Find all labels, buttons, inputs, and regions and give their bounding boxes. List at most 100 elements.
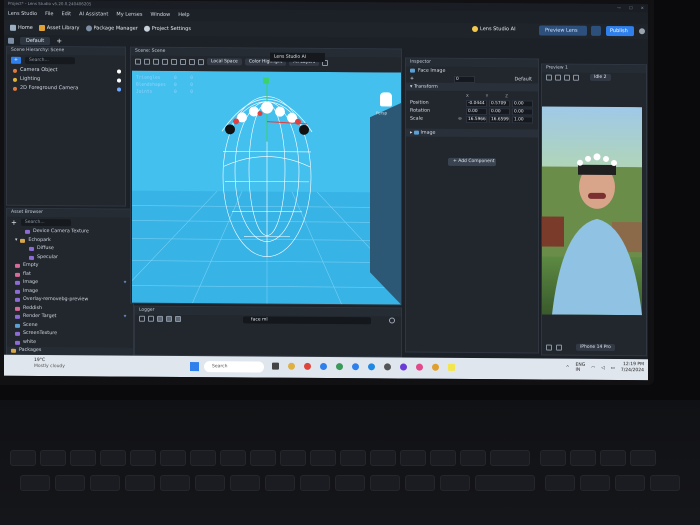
scene-viewport[interactable]: Triangles 0 0 Blendshapes 0 0 Joints 0 0…: [131, 70, 402, 306]
app-icon[interactable]: [400, 363, 407, 371]
lens-studio-icon[interactable]: [448, 363, 455, 371]
rotation-x-field[interactable]: 0.00: [466, 107, 487, 115]
app-icon[interactable]: [352, 363, 359, 371]
close-icon[interactable]: ✕: [641, 4, 644, 12]
scale-y-field[interactable]: 16.6599: [489, 115, 510, 123]
scale-z-field[interactable]: 1.00: [512, 115, 533, 123]
menu-lens-studio[interactable]: Lens Studio: [8, 11, 37, 17]
battery-icon[interactable]: ▭: [611, 365, 615, 370]
layer-field[interactable]: 0: [454, 75, 476, 83]
hierarchy-item-2d-camera[interactable]: 2D Foreground Camera: [7, 84, 125, 94]
tray-chevron-icon[interactable]: ^: [566, 365, 570, 370]
visibility-icon[interactable]: [117, 87, 121, 92]
minimize-icon[interactable]: —: [617, 4, 621, 12]
wifi-icon[interactable]: ◠: [591, 365, 595, 370]
collapse-icon[interactable]: ▾: [410, 84, 412, 89]
zoom-icon[interactable]: [135, 58, 141, 65]
visibility-icon[interactable]: [117, 78, 121, 83]
menu-window[interactable]: Window: [150, 12, 170, 18]
add-icon[interactable]: +: [410, 76, 414, 81]
task-view-icon[interactable]: [272, 362, 279, 370]
weather-widget[interactable]: 19°C Mostly cloudy: [34, 358, 65, 370]
package-manager-button[interactable]: Package Manager: [85, 24, 138, 31]
position-y-field[interactable]: 0.5709: [489, 99, 510, 107]
preview-mode-dropdown[interactable]: Idle 2: [590, 73, 611, 81]
settings-icon[interactable]: [389, 317, 395, 324]
language-indicator[interactable]: ENG IN: [576, 363, 586, 373]
image-component-header[interactable]: ▸ Image: [406, 128, 538, 138]
volume-icon[interactable]: ◁: [601, 365, 604, 370]
layout-icon[interactable]: [8, 37, 14, 44]
position-x-field[interactable]: -0.0444: [466, 99, 487, 107]
app-icon[interactable]: [336, 363, 343, 371]
filter-icon[interactable]: [148, 315, 154, 322]
asset-library-button[interactable]: Asset Library: [38, 24, 80, 31]
rotation-z-field[interactable]: 0.00: [512, 107, 533, 115]
lens-studio-ai-button[interactable]: Lens Studio AI: [472, 26, 516, 32]
maximize-icon[interactable]: ☐: [629, 4, 633, 12]
device-dropdown[interactable]: iPhone 14 Pro: [576, 343, 615, 352]
windows-start-icon[interactable]: [190, 362, 199, 372]
menu-ai-assistant[interactable]: AI Assistant: [79, 11, 108, 17]
video-icon[interactable]: [546, 344, 552, 351]
lens-studio-ai-tab[interactable]: Lens Studio AI: [270, 52, 325, 62]
browser-icon[interactable]: [304, 362, 311, 370]
app-icon[interactable]: [416, 363, 423, 371]
grid-icon[interactable]: [198, 58, 204, 65]
default-layer[interactable]: Default: [514, 77, 532, 82]
scale-icon[interactable]: [171, 58, 177, 65]
hierarchy-search-input[interactable]: Search...: [25, 56, 75, 65]
asset-search-input[interactable]: Search...: [20, 218, 71, 227]
persp-label[interactable]: Persp: [376, 110, 387, 115]
menu-edit[interactable]: Edit: [61, 11, 71, 17]
menu-help[interactable]: Help: [178, 12, 189, 18]
pivot-icon[interactable]: [189, 58, 195, 65]
visibility-icon[interactable]: [117, 69, 121, 74]
screenshot-icon[interactable]: [556, 344, 562, 351]
expand-icon[interactable]: ▾: [15, 236, 17, 245]
add-asset-icon[interactable]: +: [11, 218, 17, 226]
menu-file[interactable]: File: [45, 11, 53, 17]
keyboard-key: [615, 475, 645, 491]
expand-icon[interactable]: ▸: [410, 130, 412, 135]
log-warn-toggle[interactable]: [166, 315, 172, 322]
add-workspace-icon[interactable]: +: [56, 37, 62, 45]
menu-my-lenses[interactable]: My Lenses: [116, 12, 142, 18]
object-name[interactable]: Face Image: [418, 68, 445, 73]
link-icon[interactable]: ∞: [458, 116, 466, 121]
logger-search-input[interactable]: face ml: [243, 316, 371, 325]
preview-lens-button[interactable]: Preview Lens: [539, 25, 587, 36]
publish-button[interactable]: Publish: [606, 25, 634, 37]
log-error-toggle[interactable]: [175, 315, 181, 322]
keyboard-key: [650, 475, 680, 491]
sync-button[interactable]: [591, 25, 601, 36]
app-icon[interactable]: [320, 362, 327, 371]
rotate-icon[interactable]: [162, 58, 168, 65]
clear-log-icon[interactable]: [139, 315, 145, 322]
position-z-field[interactable]: 0.00: [512, 99, 533, 107]
workspace-default-tab[interactable]: Default: [20, 36, 51, 45]
pause-icon[interactable]: [555, 74, 561, 81]
space-dropdown[interactable]: Local Space: [207, 58, 242, 66]
refresh-icon[interactable]: [564, 74, 570, 81]
files-icon[interactable]: [288, 362, 295, 370]
y-axis-cap[interactable]: [263, 77, 269, 84]
rect-icon[interactable]: [180, 58, 186, 65]
rotation-y-field[interactable]: 0.00: [489, 107, 510, 115]
account-icon[interactable]: [639, 28, 645, 35]
project-settings-button[interactable]: Project Settings: [143, 25, 191, 32]
mute-icon[interactable]: [573, 74, 579, 81]
move-icon[interactable]: [153, 58, 159, 65]
taskbar-search[interactable]: Search: [204, 361, 264, 373]
add-component-button[interactable]: + Add Component: [448, 157, 496, 167]
scale-x-field[interactable]: 16.5966: [466, 115, 487, 123]
add-object-button[interactable]: +: [11, 56, 21, 64]
home-button[interactable]: Home: [10, 24, 33, 30]
clock[interactable]: 12:19 PM 7/24/2024: [621, 362, 644, 374]
camera-toggle-icon[interactable]: [546, 74, 552, 81]
hand-icon[interactable]: [144, 58, 150, 65]
chrome-icon[interactable]: [432, 363, 439, 371]
app-icon[interactable]: [368, 363, 375, 371]
app-icon[interactable]: [384, 363, 391, 371]
log-info-toggle[interactable]: [157, 315, 163, 322]
